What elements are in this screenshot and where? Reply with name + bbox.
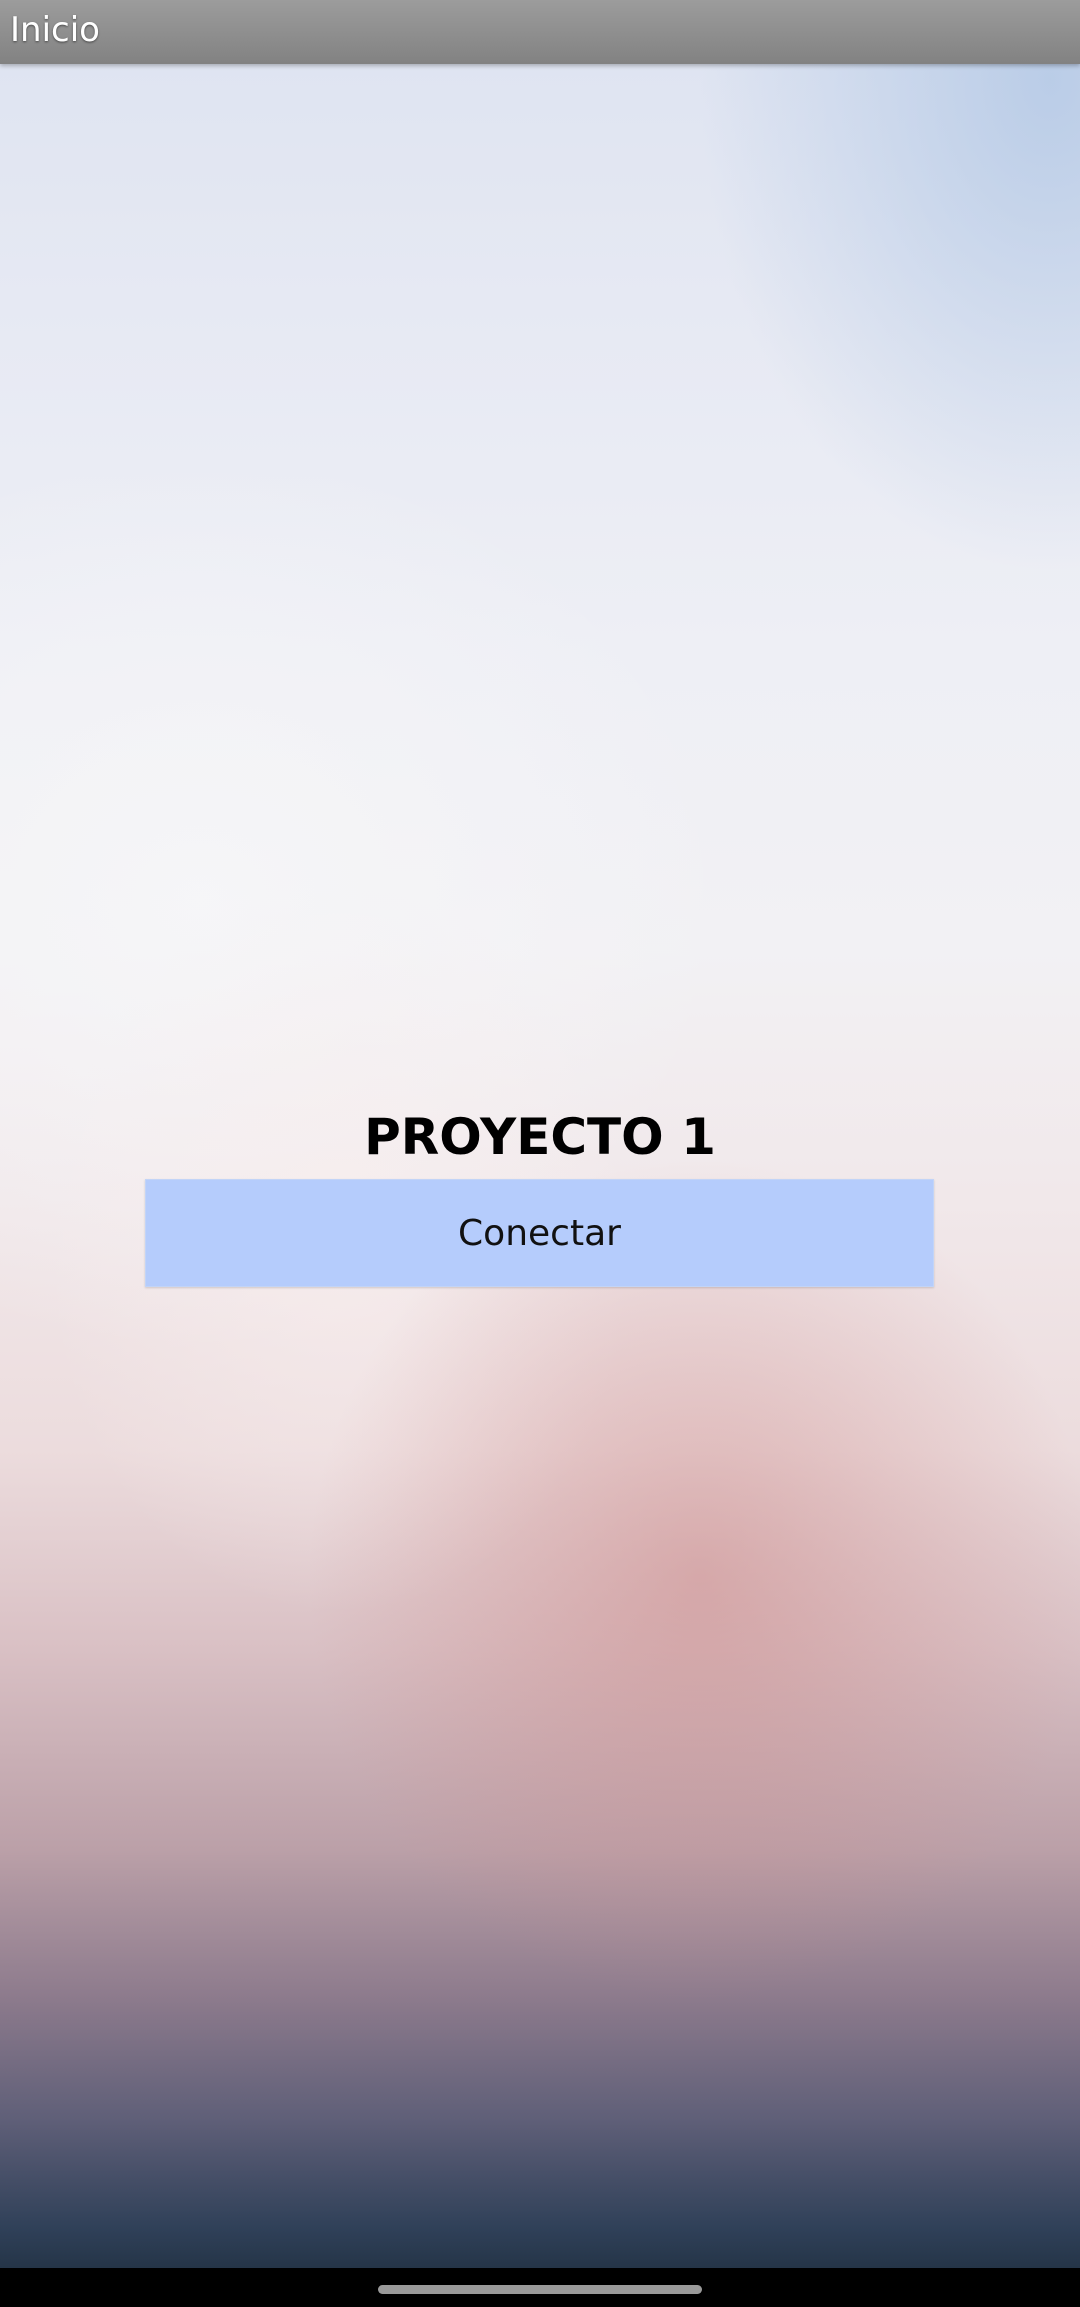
connect-button[interactable]: Conectar [145, 1179, 934, 1287]
home-indicator[interactable] [378, 2285, 702, 2294]
system-navigation-bar [0, 2268, 1080, 2307]
connect-button-label: Conectar [458, 1212, 621, 1254]
project-title: PROYECTO 1 [364, 1108, 716, 1166]
app-bar: Inicio [0, 0, 1080, 64]
app-bar-title: Inicio [10, 10, 100, 50]
app-screen: Inicio PROYECTO 1 Conectar [0, 0, 1080, 2268]
